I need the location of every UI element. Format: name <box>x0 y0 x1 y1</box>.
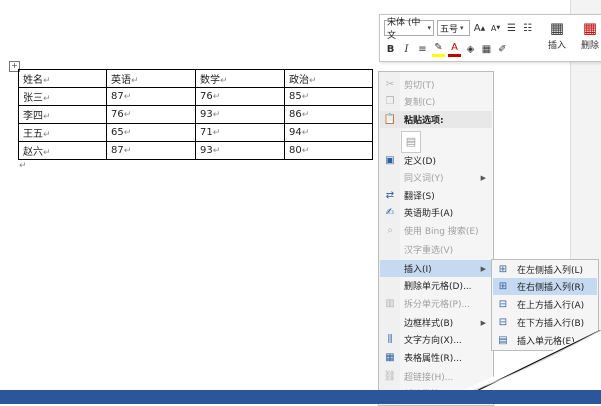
table-cell[interactable]: 93↵ <box>195 105 285 124</box>
menu-item-translate[interactable]: ⇄ 翻译(S) <box>380 187 492 204</box>
font-color-button[interactable]: A <box>448 42 461 57</box>
insert-table-icon: ▦ <box>549 19 565 37</box>
align-center-icon[interactable]: ≡ <box>416 41 429 57</box>
assistant-icon: ✍ <box>385 207 395 218</box>
menu-item-hanzi-reselect[interactable]: 汉字重选(V) <box>380 241 492 258</box>
insert-button[interactable]: ▦ 插入 <box>541 18 573 58</box>
split-cells-icon: ▥ <box>385 298 395 309</box>
menu-item-split-cells[interactable]: ▥ 拆分单元格(P)... <box>380 295 492 312</box>
search-icon: ⌕ <box>387 225 393 236</box>
paragraph-mark-icon: ↵ <box>19 161 27 171</box>
table-cell[interactable]: 政治↵ <box>284 69 373 88</box>
table-cell[interactable]: 张三↵ <box>18 87 107 106</box>
delete-table-icon: ▦ <box>582 19 598 37</box>
table-row: 张三↵ 87↵ 76↵ 85↵ <box>18 87 373 106</box>
translate-icon: ⇄ <box>385 190 395 201</box>
table-cell[interactable]: 李四↵ <box>18 105 107 124</box>
data-table: 姓名↵ 英语↵ 数学↵ 政治↵ 张三↵ 87↵ 76↵ 85↵ 李四↵ 76↵ … <box>18 69 373 160</box>
table-cell[interactable]: 76↵ <box>106 105 196 124</box>
menu-item-define[interactable]: ▣ 定义(D) <box>380 152 492 169</box>
menu-item-insert[interactable]: 插入(I) ▶ <box>380 260 492 277</box>
menu-item-synonyms[interactable]: 同义词(Y) ▶ <box>380 169 492 186</box>
menu-item-cut[interactable]: ✂ 剪切(T) <box>380 76 492 93</box>
menu-item-bing-search[interactable]: ⌕ 使用 Bing 搜索(E) <box>380 222 492 239</box>
table-cell[interactable]: 数学↵ <box>195 69 285 88</box>
table-cell[interactable]: 94↵ <box>284 123 373 142</box>
mini-toolbar: 宋体 (中文 ▾ 五号 ▾ A ▲ A ▼ ☰ ☷ B I ≡ ✎ A ◈ ▦ ✐ ▦ … <box>379 14 601 62</box>
table-cell[interactable]: 86↵ <box>284 105 373 124</box>
table-cell[interactable]: 65↵ <box>106 123 196 142</box>
grow-font-button[interactable]: A ▲ <box>473 20 486 36</box>
insert-col-right-icon: ⊞ <box>498 281 508 292</box>
table-cell[interactable]: 王五↵ <box>18 123 107 142</box>
table-row: 赵六↵ 87↵ 93↵ 80↵ <box>18 141 373 160</box>
text-direction-icon: ⫼ <box>387 334 393 345</box>
numbering-icon[interactable]: ☷ <box>521 20 534 36</box>
scissors-icon: ✂ <box>385 79 395 90</box>
menu-item-delete-cells[interactable]: 删除单元格(D)... <box>380 277 492 294</box>
bold-button[interactable]: B <box>384 41 397 57</box>
table-cell[interactable]: 71↵ <box>195 123 285 142</box>
define-icon: ▣ <box>385 155 395 166</box>
table-cell[interactable]: 87↵ <box>106 87 196 106</box>
table-cell[interactable]: 80↵ <box>284 141 373 160</box>
table-cell[interactable]: 87↵ <box>106 141 196 160</box>
status-bar <box>0 390 601 404</box>
submenu-item-insert-right[interactable]: ⊞ 在右侧插入列(R) <box>493 278 597 295</box>
insert-col-left-icon: ⊞ <box>498 264 508 275</box>
menu-item-paste-options: 📋 粘贴选项: <box>380 111 492 128</box>
link-icon: ⛓ <box>383 371 397 382</box>
table-cell[interactable]: 英语↵ <box>106 69 196 88</box>
copy-icon: ❐ <box>385 96 395 107</box>
shading-icon[interactable]: ◈ <box>464 41 477 57</box>
submenu-arrow-icon: ▶ <box>480 318 486 327</box>
menu-item-english-assistant[interactable]: ✍ 英语助手(A) <box>380 204 492 221</box>
table-row: 李四↵ 76↵ 93↵ 86↵ <box>18 105 373 124</box>
table-cell[interactable]: 赵六↵ <box>18 141 107 160</box>
submenu-arrow-icon: ▶ <box>480 264 486 273</box>
menu-item-copy[interactable]: ❐ 复制(C) <box>380 93 492 110</box>
submenu-item-insert-above[interactable]: ⊟ 在上方插入行(A) <box>493 296 597 313</box>
highlighter-icon[interactable]: ✎ <box>432 42 445 57</box>
italic-button[interactable]: I <box>400 41 413 57</box>
menu-item-border-style[interactable]: 边框样式(B) ▶ <box>380 314 492 331</box>
table-cell[interactable]: 85↵ <box>284 87 373 106</box>
table-cell[interactable]: 93↵ <box>195 141 285 160</box>
bullets-icon[interactable]: ☰ <box>505 20 518 36</box>
submenu-item-insert-below[interactable]: ⊟ 在下方插入行(B) <box>493 314 597 331</box>
font-size-combo[interactable]: 五号 ▾ <box>437 20 470 36</box>
table-row: 姓名↵ 英语↵ 数学↵ 政治↵ <box>18 69 373 88</box>
table-properties-icon: ▦ <box>385 352 395 363</box>
paste-icon: 📋 <box>383 114 397 125</box>
delete-button[interactable]: ▦ 删除 <box>574 18 601 58</box>
insert-row-below-icon: ⊟ <box>498 317 508 328</box>
shrink-font-button[interactable]: A ▼ <box>489 20 502 36</box>
paste-keep-text-icon[interactable]: ▤ <box>401 131 421 153</box>
format-painter-icon[interactable]: ✐ <box>496 41 509 57</box>
font-name-combo[interactable]: 宋体 (中文 ▾ <box>384 18 434 41</box>
submenu-arrow-icon: ▶ <box>480 173 486 182</box>
submenu-item-insert-left[interactable]: ⊞ 在左侧插入列(L) <box>493 261 597 278</box>
table-row: 王五↵ 65↵ 71↵ 94↵ <box>18 123 373 142</box>
borders-icon[interactable]: ▦ <box>480 41 493 57</box>
table-cell[interactable]: 76↵ <box>195 87 285 106</box>
table-cell[interactable]: 姓名↵ <box>18 69 107 88</box>
insert-row-above-icon: ⊟ <box>498 299 508 310</box>
